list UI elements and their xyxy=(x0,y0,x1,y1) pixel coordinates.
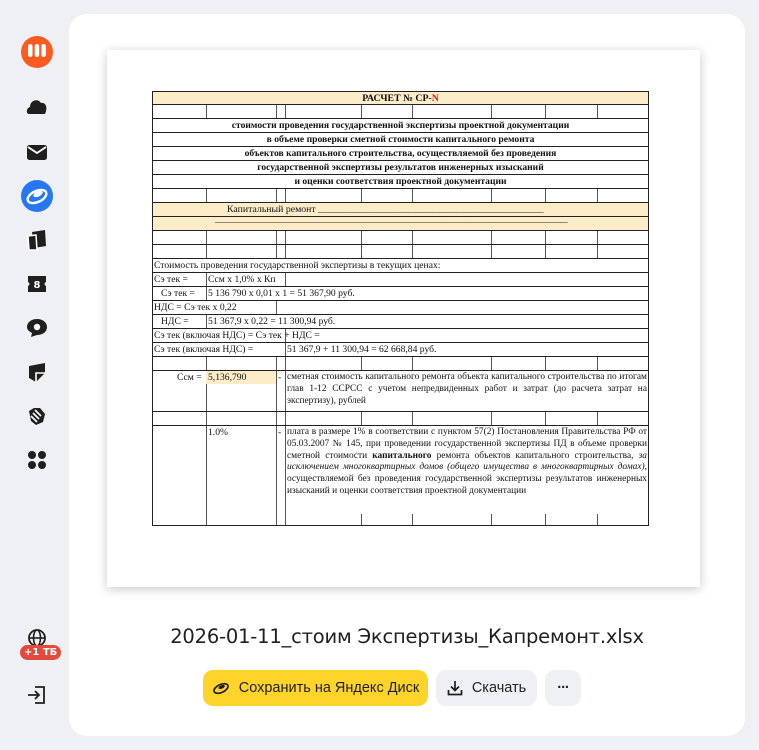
storage-badge[interactable]: +1 ТБ xyxy=(20,645,62,660)
download-button-label: Скачать xyxy=(471,680,527,696)
dash: - xyxy=(278,372,282,383)
disk-icon[interactable] xyxy=(18,177,56,215)
formula-row: Стоимость проведения государственной экс… xyxy=(152,259,649,273)
calendar-date-label: 8 xyxy=(34,280,41,291)
sidebar: 8 +1 ТБ xyxy=(0,0,70,750)
subtitle-line: стоимости проведения государственной экс… xyxy=(231,120,570,131)
sheet-title-row: РАСЧЕТ № СР-N xyxy=(152,91,649,105)
more-dots-icon: ··· xyxy=(557,680,569,696)
file-viewer-card: РАСЧЕТ № СР-N стоимости проведения госуд… xyxy=(69,14,745,736)
percent-description: плата в размере 1% в соответствии с пунк… xyxy=(287,427,647,496)
formula-row: Сэ тек (включая НДС) = Сэ тек + НДС = xyxy=(152,329,649,343)
empty-row xyxy=(152,245,649,259)
formula-cell: Сэ тек = xyxy=(154,274,188,285)
subtitle-line: объектов капитального строительства, осу… xyxy=(244,148,557,159)
dash: - xyxy=(278,427,282,438)
download-icon xyxy=(447,681,463,696)
subtitle-row: и оценки соответствия проектной документ… xyxy=(152,175,649,189)
empty-row xyxy=(152,231,649,245)
spreadsheet: РАСЧЕТ № СР-N стоимости проведения госуд… xyxy=(152,91,649,526)
messenger-icon[interactable] xyxy=(18,309,56,347)
formula-cell: 51 367,9 + 11 300,94 = 62 668,84 руб. xyxy=(287,344,437,355)
formula-cell: НДС = Сэ тек х 0,22 xyxy=(154,302,237,313)
more-button[interactable]: ··· xyxy=(545,670,581,706)
current-price-label: Стоимость проведения государственной экс… xyxy=(154,260,441,271)
ssm-description: сметная стоимость капитального ремонта о… xyxy=(287,372,647,406)
percent-value: 1.0% xyxy=(208,427,228,438)
formula-row: Сэ тек = 5 136 790 х 0,01 х 1 = 51 367,9… xyxy=(152,287,649,301)
formula-row: НДС = Сэ тек х 0,22 xyxy=(152,301,649,315)
subtitle-line: и оценки соответствия проектной документ… xyxy=(294,176,507,187)
empty-row xyxy=(152,189,649,203)
mail-icon[interactable] xyxy=(18,133,56,171)
formula-cell: 51 367,9 х 0,22 = 11 300,94 руб. xyxy=(208,316,336,327)
formula-row: НДС = 51 367,9 х 0,22 = 11 300,94 руб. xyxy=(152,315,649,329)
subtitle-row: стоимости проведения государственной экс… xyxy=(152,119,649,133)
subtitle-line: в объеме проверки сметной стоимости капи… xyxy=(266,134,535,145)
formula-cell: Сэ тек (включая НДС) = xyxy=(154,344,254,355)
formula-cell: Сэ тек (включая НДС) = Сэ тек + НДС = xyxy=(154,330,320,341)
notes-icon[interactable] xyxy=(18,353,56,391)
calendar-icon[interactable]: 8 xyxy=(18,265,56,303)
formula-row: Сэ тек = Ссм х 1,0% х Кп xyxy=(152,273,649,287)
subtitle-line: государственной экспертизы результатов и… xyxy=(257,162,544,173)
repair-underline-row: ________________________________________… xyxy=(152,214,649,231)
file-name: 2026-01-11_стоим Экспертизы_Капремонт.xl… xyxy=(170,625,644,648)
documents-icon[interactable] xyxy=(18,221,56,259)
save-button-label: Сохранить на Яндекс Диск xyxy=(238,680,420,696)
cloud-icon[interactable] xyxy=(18,88,56,126)
apps-grid-icon[interactable] xyxy=(18,441,56,479)
sheet-title: РАСЧЕТ № СР-N xyxy=(362,93,439,104)
formula-cell: НДС = xyxy=(161,316,189,327)
subtitle-row: объектов капитального строительства, осу… xyxy=(152,147,649,161)
empty-row xyxy=(152,105,649,119)
ssm-row: Ссм = 5,136,790 - сметная стоимость капи… xyxy=(152,371,649,412)
logout-icon[interactable] xyxy=(18,676,56,714)
repair-underline: ________________________________________… xyxy=(215,214,568,225)
empty-row xyxy=(152,357,649,371)
ssm-label: Ссм = xyxy=(177,372,202,383)
formula-cell: 5 136 790 х 0,01 х 1 = 51 367,90 руб. xyxy=(208,288,355,299)
yandex-360-logo-icon[interactable] xyxy=(18,33,56,71)
save-to-disk-button[interactable]: Сохранить на Яндекс Диск xyxy=(203,670,428,706)
subtitle-row: государственной экспертизы результатов и… xyxy=(152,161,649,175)
empty-row xyxy=(152,412,649,426)
telemost-icon[interactable] xyxy=(18,397,56,435)
formula-cell: Ссм х 1,0% х Кп xyxy=(208,274,276,285)
document-preview[interactable]: РАСЧЕТ № СР-N стоимости проведения госуд… xyxy=(107,50,700,587)
subtitle-row: в объеме проверки сметной стоимости капи… xyxy=(152,133,649,147)
download-button[interactable]: Скачать xyxy=(436,670,537,706)
formula-cell: Сэ тек = xyxy=(161,288,195,299)
percent-row: 1.0% - плата в размере 1% в соответствии… xyxy=(152,426,649,526)
ssm-value: 5,136,790 xyxy=(208,372,247,383)
formula-row: Сэ тек (включая НДС) = 51 367,9 + 11 300… xyxy=(152,343,649,357)
disk-save-icon xyxy=(212,682,229,695)
